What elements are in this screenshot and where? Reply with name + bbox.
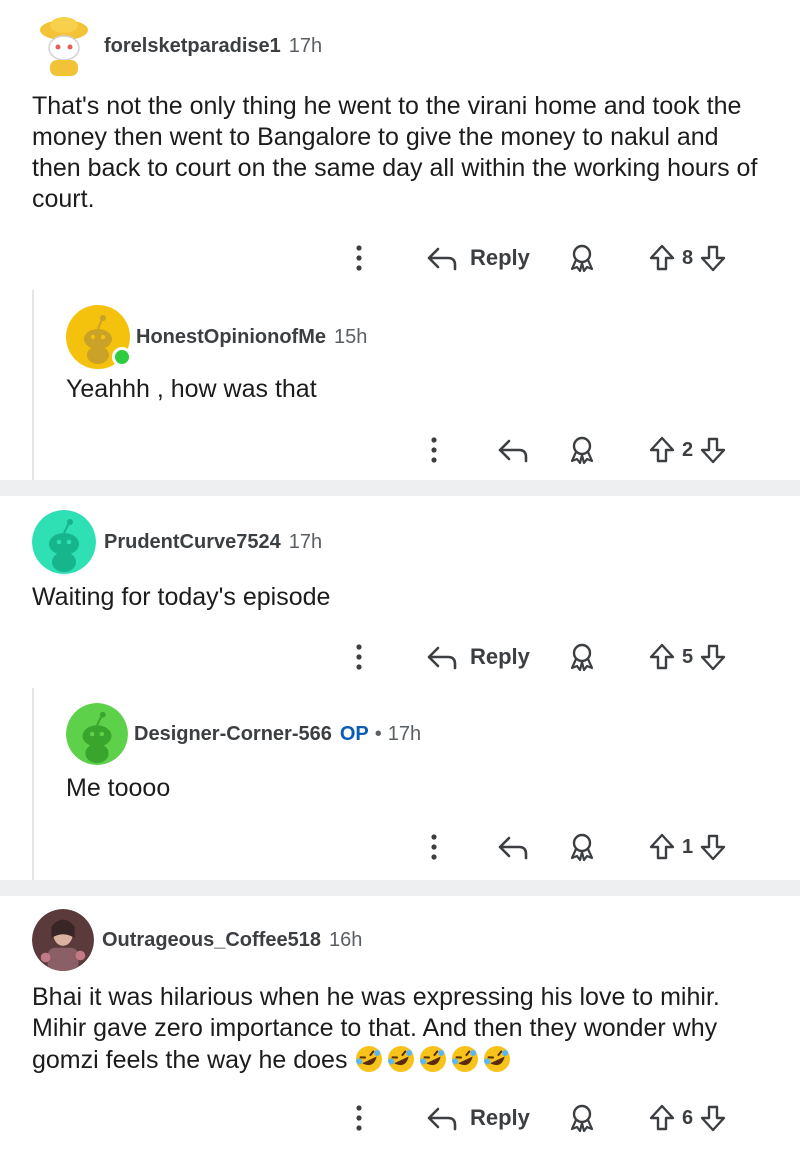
vote-controls: 1: [648, 827, 727, 867]
reply-username[interactable]: Designer-Corner-566: [134, 723, 332, 746]
more-options-button[interactable]: [427, 827, 441, 867]
yellow-hat-snoo-avatar[interactable]: [32, 14, 96, 78]
award-button[interactable]: [567, 637, 597, 677]
reply-username[interactable]: HonestOpinionofMe: [136, 326, 326, 349]
more-vertical-icon: [356, 644, 362, 670]
reply-button[interactable]: Reply: [426, 238, 530, 278]
comment-actions: Reply 6: [0, 1098, 800, 1138]
vote-controls: 6: [648, 1098, 727, 1138]
thread-separator: [0, 880, 800, 896]
comment-timestamp: 16h: [328, 928, 363, 951]
award-button[interactable]: [567, 238, 597, 278]
comment-username[interactable]: Outrageous_Coffee518: [102, 929, 321, 952]
reply-label: Reply: [470, 245, 530, 270]
award-icon: [570, 244, 594, 273]
downvote-icon[interactable]: [699, 243, 727, 273]
online-status-indicator: [112, 347, 132, 367]
award-button[interactable]: [567, 430, 597, 470]
rolling-on-floor-laughing-emoji: [484, 1046, 511, 1072]
reply-button[interactable]: Reply: [426, 637, 530, 677]
award-button[interactable]: [567, 827, 597, 867]
award-icon: [570, 643, 594, 672]
more-vertical-icon: [356, 1105, 362, 1131]
reply-button[interactable]: [497, 430, 529, 470]
comment-header: PrudentCurve7524 17h: [32, 510, 322, 574]
reply-body: Me toooo: [66, 774, 171, 802]
reply-arrow-icon: [427, 247, 457, 271]
reply-button[interactable]: [497, 827, 529, 867]
downvote-icon[interactable]: [699, 435, 727, 465]
vote-controls: 2: [648, 430, 727, 470]
rolling-on-floor-laughing-emoji: [452, 1046, 479, 1072]
reply-label: Reply: [470, 644, 530, 669]
vote-count: 2: [682, 438, 694, 461]
award-icon: [570, 1104, 594, 1133]
more-vertical-icon: [356, 245, 362, 271]
green-snoo-avatar[interactable]: [66, 703, 128, 765]
reply-timestamp: 15h: [333, 325, 368, 348]
comment-actions: Reply 5: [0, 637, 800, 677]
reply-arrow-icon: [427, 646, 457, 670]
rolling-on-floor-laughing-emoji: [388, 1046, 415, 1072]
reply-actions: 1: [0, 827, 800, 867]
award-button[interactable]: [567, 1098, 597, 1138]
comment-timestamp: 17h: [288, 530, 323, 553]
award-icon: [570, 833, 594, 862]
downvote-icon[interactable]: [699, 1103, 727, 1133]
rolling-on-floor-laughing-emoji: [356, 1046, 383, 1072]
reply-body: Yeahhh , how was that: [66, 375, 317, 403]
more-options-button[interactable]: [427, 430, 441, 470]
comment-body: That's not the only thing he went to the…: [32, 92, 758, 213]
photo-avatar[interactable]: [32, 909, 94, 971]
reply-actions: 2: [0, 430, 800, 470]
reply-label: Reply: [470, 1105, 530, 1130]
upvote-icon[interactable]: [648, 243, 676, 273]
op-badge: OP: [339, 722, 369, 745]
vote-count: 6: [682, 1106, 694, 1129]
more-options-button[interactable]: [352, 637, 366, 677]
comment-header: forelsketparadise1 17h: [32, 14, 322, 78]
comment-actions: Reply 8: [0, 238, 800, 278]
more-options-button[interactable]: [352, 1098, 366, 1138]
upvote-icon[interactable]: [648, 1103, 676, 1133]
comment-body: Bhai it was hilarious when he was expres…: [32, 982, 772, 1076]
vote-count: 1: [682, 835, 694, 858]
more-vertical-icon: [431, 834, 437, 860]
upvote-icon[interactable]: [648, 435, 676, 465]
reply-header: Designer-Corner-566 OP • 17h: [66, 703, 421, 765]
downvote-icon[interactable]: [699, 642, 727, 672]
thread-separator: [0, 480, 800, 496]
vote-count: 5: [682, 645, 694, 668]
comment-username[interactable]: PrudentCurve7524: [104, 531, 281, 554]
upvote-icon[interactable]: [648, 832, 676, 862]
meta-separator: •: [374, 722, 382, 745]
vote-controls: 8: [648, 238, 727, 278]
reply-arrow-icon: [427, 1107, 457, 1131]
comment-body: Waiting for today's episode: [32, 583, 331, 611]
vote-controls: 5: [648, 637, 727, 677]
more-options-button[interactable]: [352, 238, 366, 278]
comment-username[interactable]: forelsketparadise1: [104, 35, 281, 58]
teal-snoo-avatar[interactable]: [32, 510, 96, 574]
rolling-on-floor-laughing-emoji-row: [354, 1046, 514, 1074]
reply-timestamp: 17h: [387, 722, 422, 745]
reply-header: HonestOpinionofMe 15h: [66, 305, 367, 369]
upvote-icon[interactable]: [648, 642, 676, 672]
downvote-icon[interactable]: [699, 832, 727, 862]
reply-arrow-icon: [498, 439, 528, 463]
reply-button[interactable]: Reply: [426, 1098, 530, 1138]
rolling-on-floor-laughing-emoji: [420, 1046, 447, 1072]
award-icon: [570, 436, 594, 465]
reply-arrow-icon: [498, 836, 528, 860]
comment-header: Outrageous_Coffee518 16h: [32, 909, 362, 971]
more-vertical-icon: [431, 437, 437, 463]
vote-count: 8: [682, 246, 694, 269]
comment-timestamp: 17h: [288, 34, 323, 57]
yellow-snoo-avatar[interactable]: [66, 305, 132, 369]
